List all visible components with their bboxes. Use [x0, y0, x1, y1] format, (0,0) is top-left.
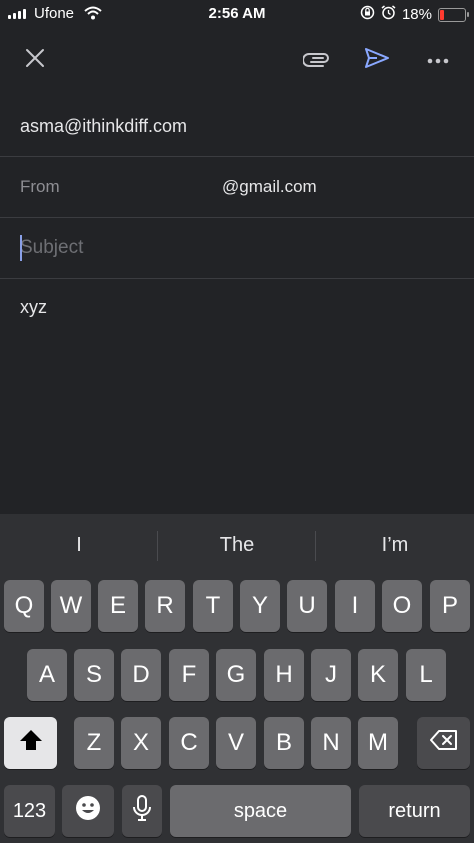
numbers-key[interactable]: 123 [4, 785, 55, 837]
send-button[interactable] [361, 44, 393, 76]
shift-icon [19, 729, 43, 758]
close-button[interactable] [19, 44, 51, 76]
subject-field [0, 218, 474, 279]
space-key[interactable]: space [170, 785, 351, 837]
dictation-key[interactable] [122, 785, 162, 837]
key-l[interactable]: L [406, 649, 446, 701]
key-w[interactable]: W [51, 580, 91, 632]
from-address: @gmail.com [222, 177, 317, 196]
more-icon [427, 51, 449, 69]
orientation-lock-icon [360, 5, 375, 24]
more-options-button[interactable] [422, 44, 454, 76]
suggestion-item[interactable]: I’m [316, 514, 474, 576]
shift-key[interactable] [4, 717, 57, 769]
status-bar: Ufone 2:56 AM 18% [0, 0, 474, 28]
key-b[interactable]: B [264, 717, 304, 769]
compose-toolbar [0, 34, 474, 86]
status-right: 18% [360, 5, 469, 24]
close-icon [25, 48, 45, 73]
key-v[interactable]: V [216, 717, 256, 769]
key-i[interactable]: I [335, 580, 375, 632]
message-body[interactable]: xyz [20, 297, 47, 318]
battery-percent: 18% [401, 6, 432, 23]
backspace-icon [429, 729, 458, 757]
keyboard: I The I’m Q W E R T Y U I O P A S D F G … [0, 514, 474, 843]
key-o[interactable]: O [382, 580, 422, 632]
delete-key[interactable] [417, 717, 470, 769]
key-k[interactable]: K [358, 649, 398, 701]
to-field[interactable]: asma@ithinkdiff.com [0, 96, 474, 157]
key-r[interactable]: R [145, 580, 185, 632]
key-h[interactable]: H [264, 649, 304, 701]
key-m[interactable]: M [358, 717, 398, 769]
paperclip-icon [302, 49, 331, 72]
subject-input[interactable] [20, 232, 440, 264]
mic-icon [133, 794, 151, 828]
return-key[interactable]: return [359, 785, 470, 837]
text-cursor [20, 235, 22, 261]
key-g[interactable]: G [216, 649, 256, 701]
key-t[interactable]: T [193, 580, 233, 632]
key-s[interactable]: S [74, 649, 114, 701]
to-recipient: asma@ithinkdiff.com [20, 116, 188, 136]
suggestion-bar: I The I’m [0, 514, 474, 576]
from-label: From [20, 177, 60, 196]
from-field[interactable]: From @gmail.com [0, 157, 474, 218]
suggestion-item[interactable]: The [158, 514, 316, 576]
key-j[interactable]: J [311, 649, 351, 701]
key-x[interactable]: X [121, 717, 161, 769]
key-z[interactable]: Z [74, 717, 114, 769]
suggestion-item[interactable]: I [0, 514, 158, 576]
key-y[interactable]: Y [240, 580, 280, 632]
key-q[interactable]: Q [4, 580, 44, 632]
battery-icon [438, 7, 469, 22]
key-f[interactable]: F [169, 649, 209, 701]
key-a[interactable]: A [27, 649, 67, 701]
key-u[interactable]: U [287, 580, 327, 632]
emoji-icon [75, 795, 101, 828]
send-icon [364, 47, 390, 74]
key-n[interactable]: N [311, 717, 351, 769]
key-p[interactable]: P [430, 580, 470, 632]
emoji-key[interactable] [62, 785, 114, 837]
key-d[interactable]: D [121, 649, 161, 701]
key-c[interactable]: C [169, 717, 209, 769]
battery-level [440, 9, 444, 20]
key-e[interactable]: E [98, 580, 138, 632]
alarm-icon [381, 5, 396, 24]
attach-button[interactable] [301, 44, 333, 76]
